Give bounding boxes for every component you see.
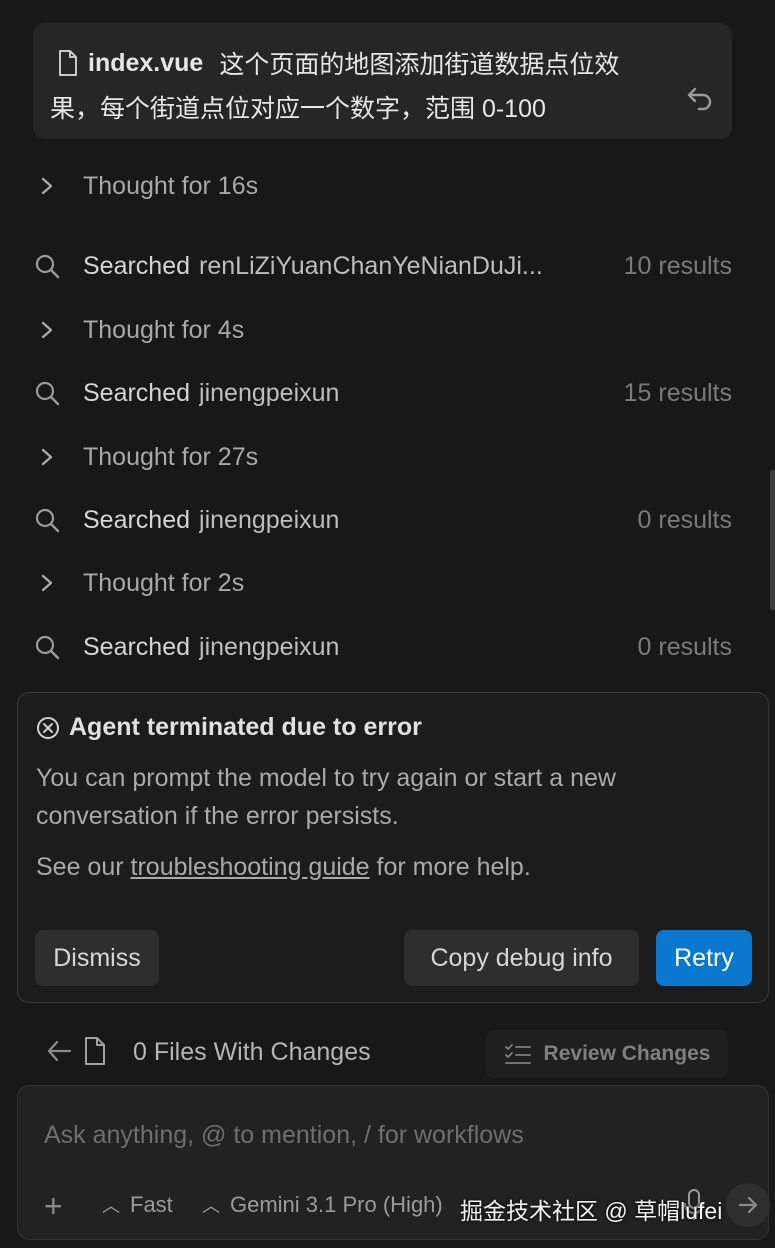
error-description: You can prompt the model to try again or…	[36, 764, 616, 830]
thought-label: Thought for 27s	[83, 442, 259, 471]
error-card: Agent terminated due to error You can pr…	[17, 692, 769, 1003]
thought-row[interactable]: Thought for 2s	[33, 563, 732, 603]
undo-icon[interactable]	[685, 83, 715, 113]
search-verb: Searched	[83, 505, 191, 534]
search-query: jinengpeixun	[199, 378, 340, 407]
review-changes-label: Review Changes	[543, 1042, 711, 1065]
error-circle-icon	[37, 716, 59, 739]
thought-row[interactable]: Thought for 16s	[33, 166, 732, 206]
thought-row[interactable]: Thought for 4s	[33, 310, 732, 350]
search-results-count: 0 results	[637, 632, 732, 661]
help-prefix: See our	[36, 853, 124, 881]
error-title: Agent terminated due to error	[69, 713, 422, 741]
file-mention[interactable]: index.vue	[88, 49, 203, 78]
search-row[interactable]: Searched jinengpeixun 0 results	[33, 500, 732, 540]
search-icon	[35, 508, 60, 533]
retry-button[interactable]: Retry	[656, 930, 752, 986]
scrollbar[interactable]	[770, 470, 775, 610]
search-row[interactable]: Searched jinengpeixun 15 results	[33, 373, 732, 413]
search-verb: Searched	[83, 632, 191, 661]
search-verb: Searched	[83, 251, 191, 280]
plus-icon[interactable]: +	[44, 1190, 63, 1222]
checklist-icon	[504, 1044, 531, 1064]
chevron-right-icon	[41, 177, 53, 195]
message-text-line1: 这个页面的地图添加街道数据点位效	[219, 51, 620, 79]
chevron-right-icon	[41, 574, 53, 592]
search-query: renLiZiYuanChanYeNianDuJi...	[199, 251, 543, 280]
send-icon	[738, 1196, 758, 1214]
send-button[interactable]	[726, 1183, 770, 1227]
error-help: See our troubleshooting guide for more h…	[36, 853, 531, 882]
watermark: 掘金技术社区 @ 草帽lufei	[460, 1198, 723, 1224]
mode-selector[interactable]: ︿ Fast	[102, 1192, 173, 1218]
search-row[interactable]: Searched jinengpeixun 0 results	[33, 627, 732, 667]
chat-input[interactable]	[42, 1114, 726, 1156]
files-with-changes-label[interactable]: 0 Files With Changes	[133, 1038, 371, 1067]
user-message-card: index.vue 这个页面的地图添加街道数据点位效 果，每个街道点位对应一个数…	[33, 23, 732, 139]
message-text-line2: 果，每个街道点位对应一个数字，范围 0-100	[50, 95, 546, 123]
mode-label: Fast	[130, 1192, 173, 1217]
search-icon	[35, 381, 60, 406]
search-query: jinengpeixun	[199, 505, 340, 534]
chevron-up-icon: ︿	[102, 1196, 120, 1216]
model-label: Gemini 3.1 Pro (High)	[230, 1192, 443, 1217]
thought-row[interactable]: Thought for 27s	[33, 437, 732, 477]
review-changes-button[interactable]: Review Changes	[486, 1030, 728, 1078]
file-icon	[59, 50, 77, 76]
thought-label: Thought for 4s	[83, 315, 245, 344]
copy-debug-info-button[interactable]: Copy debug info	[404, 930, 639, 986]
changes-bar: 0 Files With Changes Review Changes	[45, 1030, 735, 1080]
thought-label: Thought for 2s	[83, 568, 245, 597]
dismiss-button[interactable]: Dismiss	[35, 930, 159, 986]
chevron-right-icon	[41, 321, 53, 339]
search-results-count: 10 results	[623, 251, 732, 280]
arrow-left-icon[interactable]	[45, 1037, 73, 1065]
search-icon	[35, 254, 60, 279]
chevron-up-icon: ︿	[202, 1196, 220, 1216]
file-icon	[85, 1037, 105, 1065]
troubleshooting-link[interactable]: troubleshooting guide	[131, 853, 370, 881]
search-verb: Searched	[83, 378, 191, 407]
search-icon	[35, 635, 60, 660]
chevron-right-icon	[41, 448, 53, 466]
search-row[interactable]: Searched renLiZiYuanChanYeNianDuJi... 10…	[33, 246, 732, 286]
thought-label: Thought for 16s	[83, 171, 259, 200]
search-results-count: 15 results	[623, 378, 732, 407]
help-suffix: for more help.	[376, 853, 531, 881]
search-query: jinengpeixun	[199, 632, 340, 661]
search-results-count: 0 results	[637, 505, 732, 534]
model-selector[interactable]: ︿ Gemini 3.1 Pro (High)	[202, 1192, 443, 1218]
